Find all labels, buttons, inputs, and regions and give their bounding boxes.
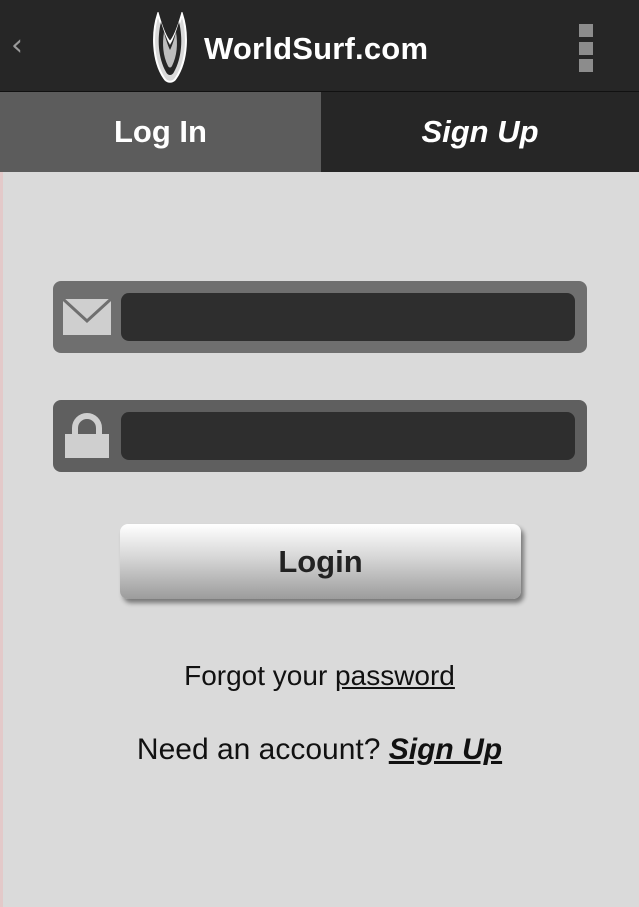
brand: WorldSurf.com [150,12,428,86]
brand-name: WorldSurf.com [204,31,429,66]
email-field-group [53,281,587,353]
overflow-menu-button[interactable] [578,24,594,72]
need-account-prefix: Need an account? [136,733,389,766]
overflow-menu-icon [579,24,593,37]
password-input[interactable] [121,412,575,460]
overflow-menu-dot [579,59,593,72]
forgot-password-link[interactable]: password [335,660,455,691]
email-input[interactable] [121,293,575,341]
password-field-group [53,400,587,472]
surfboard-logo-icon [153,12,187,83]
forgot-prefix: Forgot your [184,660,336,691]
app-header: ‹ WorldSurf.com [0,0,639,92]
lock-icon [61,412,113,460]
need-account-text: Need an account? Sign Up [0,733,639,767]
auth-tabs: Log In Sign Up [0,92,639,172]
sign-up-link[interactable]: Sign Up [389,733,502,766]
tab-sign-up[interactable]: Sign Up [321,92,639,172]
back-button[interactable]: ‹ [6,28,28,64]
overflow-menu-dot [579,41,593,55]
tab-log-in[interactable]: Log In [0,92,321,172]
envelope-icon [61,293,113,341]
chevron-left-icon: ‹ [11,28,23,63]
login-button[interactable]: Login [120,524,521,599]
forgot-password-text: Forgot your password [0,660,639,692]
